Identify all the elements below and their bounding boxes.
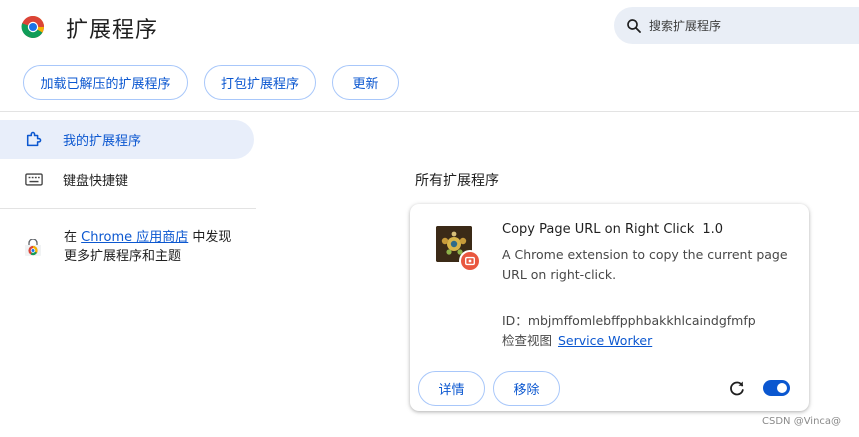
- sidebar-item-label: 我的扩展程序: [63, 134, 142, 149]
- inspect-views-label: 检查视图: [502, 333, 553, 348]
- update-button[interactable]: 更新: [332, 65, 399, 100]
- search-input[interactable]: [649, 18, 849, 33]
- load-unpacked-button[interactable]: 加载已解压的扩展程序: [23, 65, 188, 100]
- section-title: 所有扩展程序: [415, 173, 499, 189]
- enable-toggle[interactable]: [763, 380, 790, 396]
- puzzle-icon: [23, 130, 45, 150]
- extension-description: A Chrome extension to copy the current p…: [502, 247, 788, 282]
- header-divider: [0, 111, 859, 112]
- search-icon: [627, 18, 641, 33]
- store-text-suffix: 中发现: [192, 230, 232, 245]
- reload-icon[interactable]: [728, 379, 746, 397]
- store-text-line2: 更多扩展程序和主题: [64, 249, 182, 264]
- details-button[interactable]: 详情: [418, 371, 485, 406]
- extension-id-label: ID：: [502, 313, 528, 328]
- extension-badge-icon: [459, 250, 481, 272]
- search-box[interactable]: [614, 7, 859, 44]
- extension-id-row: ID：mbjmffomlebffpphbakkhlcaindgfmfp: [502, 310, 756, 329]
- web-store-promo: 在 Chrome 应用商店 中发现 更多扩展程序和主题: [24, 228, 254, 266]
- extension-card: Copy Page URL on Right Click 1.0 A Chrome…: [410, 204, 809, 411]
- watermark: CSDN @Vinca@: [762, 416, 842, 427]
- sidebar-item-label: 键盘快捷键: [63, 174, 129, 189]
- inspect-views-row: 检查视图 Service Worker: [502, 330, 652, 349]
- extension-id: mbjmffomlebffpphbakkhlcaindgfmfp: [527, 313, 756, 328]
- chrome-logo-icon: [21, 15, 45, 39]
- toggle-knob: [777, 383, 787, 393]
- extension-title: Copy Page URL on Right Click 1.0: [502, 222, 723, 237]
- keyboard-icon: [23, 170, 45, 190]
- sidebar-item-my-extensions[interactable]: 我的扩展程序: [0, 120, 254, 159]
- chrome-web-store-link[interactable]: Chrome 应用商店: [81, 230, 188, 245]
- sidebar-divider: [0, 208, 256, 209]
- service-worker-link[interactable]: Service Worker: [558, 333, 652, 348]
- pack-extension-button[interactable]: 打包扩展程序: [204, 65, 316, 100]
- extension-name: Copy Page URL on Right Click: [502, 222, 695, 237]
- remove-button[interactable]: 移除: [493, 371, 560, 406]
- chrome-web-store-icon: [24, 238, 42, 257]
- extension-version: 1.0: [702, 222, 723, 237]
- sidebar-item-keyboard-shortcuts[interactable]: 键盘快捷键: [0, 160, 254, 199]
- page-title: 扩展程序: [66, 18, 159, 43]
- store-text-prefix: 在: [64, 230, 78, 245]
